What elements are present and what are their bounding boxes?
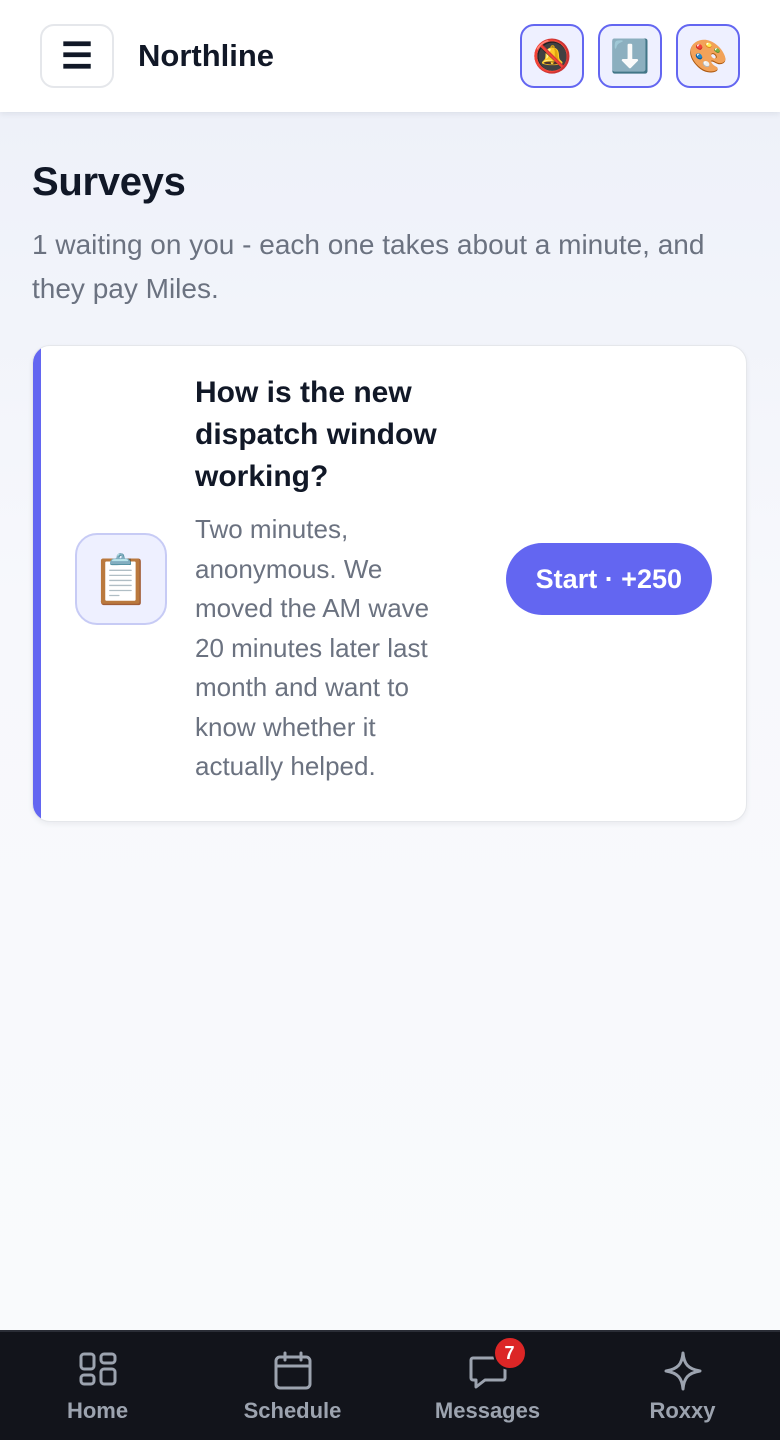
nav-item-schedule[interactable]: Schedule: [195, 1332, 390, 1440]
calendar-icon: [272, 1350, 314, 1392]
nav-label-messages: Messages: [434, 1398, 541, 1423]
notifications-button[interactable]: 🔕: [520, 24, 584, 88]
nav-label-home: Home: [66, 1398, 129, 1423]
nav-label-roxxy: Roxxy: [649, 1398, 716, 1423]
grid-icon: [77, 1350, 119, 1392]
nav-item-home[interactable]: Home: [0, 1332, 195, 1440]
main-content: Surveys 1 waiting on you - each one take…: [0, 112, 780, 1330]
theme-button[interactable]: 🎨: [676, 24, 740, 88]
messages-badge: 7: [492, 1336, 527, 1370]
page-title: Surveys: [32, 160, 186, 204]
nav-item-roxxy[interactable]: Roxxy: [585, 1332, 780, 1440]
palette-icon: 🎨: [688, 38, 728, 74]
hamburger-icon: ☰: [60, 35, 94, 76]
download-button[interactable]: ⬇️: [598, 24, 662, 88]
survey-card: 📋 How is the new dispatch window working…: [32, 345, 747, 822]
top-bar: ☰ Northline 🔕 ⬇️ 🎨: [0, 0, 780, 112]
app: ☰ Northline 🔕 ⬇️ 🎨 Surveys 1 waiting on …: [0, 0, 780, 1440]
clipboard-icon: 📋: [75, 533, 167, 626]
bottom-nav: Home Schedule 7 Messages Roxxy: [0, 1330, 780, 1440]
page-subtitle: 1 waiting on you - each one takes about …: [32, 229, 705, 304]
sparkle-icon: [662, 1350, 704, 1392]
menu-button[interactable]: ☰: [40, 24, 114, 88]
survey-body: How is the new dispatch window working? …: [195, 372, 465, 787]
nav-label-schedule: Schedule: [243, 1398, 342, 1423]
survey-description: Two minutes, anonymous. We moved the AM …: [195, 514, 430, 781]
start-survey-button[interactable]: Start · +250: [505, 543, 712, 616]
card-accent-bar: [33, 346, 41, 821]
brand-title: Northline: [138, 38, 275, 73]
header-actions: 🔕 ⬇️ 🎨: [520, 24, 740, 88]
nav-item-messages[interactable]: 7 Messages: [390, 1332, 585, 1440]
notifications-muted-icon: 🔕: [532, 38, 572, 74]
download-icon: ⬇️: [610, 38, 650, 74]
chat-icon: 7: [467, 1336, 527, 1392]
survey-title: How is the new dispatch window working?: [195, 376, 437, 493]
